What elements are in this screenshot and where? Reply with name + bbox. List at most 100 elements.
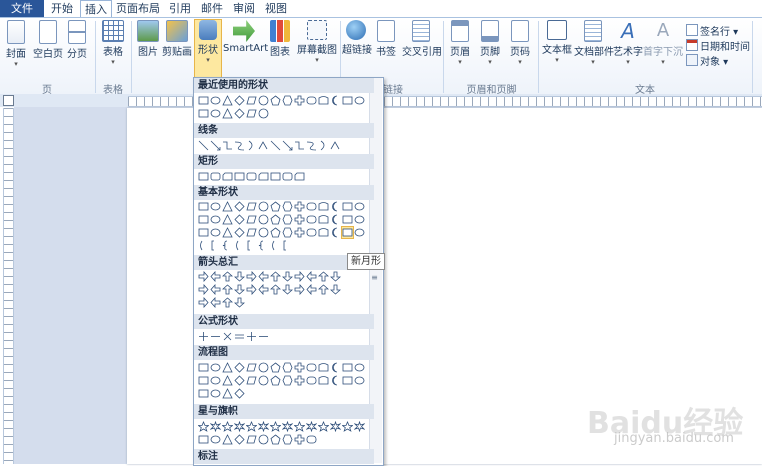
shape-thumbnail[interactable]	[342, 201, 353, 212]
shape-thumbnail[interactable]	[318, 284, 329, 295]
shape-thumbnail[interactable]	[222, 201, 233, 212]
tab-insert[interactable]: 插入	[80, 0, 112, 18]
shape-thumbnail[interactable]	[294, 362, 305, 373]
shape-thumbnail[interactable]	[330, 284, 341, 295]
shape-thumbnail[interactable]	[330, 362, 341, 373]
shape-thumbnail[interactable]	[246, 362, 257, 373]
shape-thumbnail[interactable]	[306, 362, 317, 373]
shape-thumbnail[interactable]	[246, 375, 257, 386]
shape-thumbnail[interactable]	[354, 375, 365, 386]
shape-thumbnail[interactable]	[258, 362, 269, 373]
shape-thumbnail[interactable]	[210, 171, 221, 182]
shape-thumbnail[interactable]	[222, 375, 233, 386]
shape-thumbnail[interactable]	[330, 271, 341, 282]
shape-thumbnail[interactable]	[342, 214, 353, 225]
tab-home[interactable]: 开始	[46, 0, 78, 17]
shape-thumbnail[interactable]	[234, 271, 245, 282]
shape-thumbnail[interactable]	[342, 375, 353, 386]
shape-thumbnail[interactable]	[258, 171, 269, 182]
shape-thumbnail[interactable]	[306, 201, 317, 212]
shape-thumbnail[interactable]	[234, 421, 245, 432]
shape-thumbnail[interactable]	[270, 284, 281, 295]
shape-thumbnail[interactable]	[234, 214, 245, 225]
shape-thumbnail[interactable]	[318, 362, 329, 373]
table-button[interactable]: 表格 ▾	[100, 20, 126, 66]
shape-thumbnail[interactable]	[330, 421, 341, 432]
shape-thumbnail[interactable]	[234, 375, 245, 386]
shape-thumbnail[interactable]	[198, 362, 209, 373]
shape-thumbnail[interactable]	[258, 227, 269, 238]
scroll-grip-icon[interactable]: ≡	[371, 273, 378, 289]
shape-thumbnail[interactable]	[330, 227, 341, 238]
shape-thumbnail[interactable]	[234, 227, 245, 238]
shape-thumbnail[interactable]	[270, 434, 281, 445]
shape-thumbnail[interactable]	[270, 240, 281, 251]
shape-thumbnail[interactable]	[294, 284, 305, 295]
shape-thumbnail[interactable]	[222, 171, 233, 182]
shape-thumbnail[interactable]	[258, 271, 269, 282]
shape-thumbnail[interactable]	[354, 201, 365, 212]
shape-thumbnail[interactable]	[246, 421, 257, 432]
shape-thumbnail[interactable]	[198, 201, 209, 212]
shape-thumbnail[interactable]	[330, 95, 341, 106]
screenshot-button[interactable]: 屏幕截图 ▾	[296, 20, 338, 64]
tab-page-layout[interactable]: 页面布局	[114, 0, 162, 17]
shape-thumbnail[interactable]	[354, 362, 365, 373]
shape-thumbnail[interactable]	[306, 271, 317, 282]
shape-thumbnail[interactable]	[282, 362, 293, 373]
shape-thumbnail[interactable]	[222, 388, 233, 399]
shape-thumbnail[interactable]	[306, 95, 317, 106]
shape-thumbnail[interactable]	[210, 108, 221, 119]
shape-thumbnail[interactable]	[294, 434, 305, 445]
shape-thumbnail[interactable]	[270, 95, 281, 106]
shape-thumbnail[interactable]	[342, 95, 353, 106]
shape-thumbnail[interactable]	[234, 331, 245, 342]
shape-thumbnail[interactable]	[330, 201, 341, 212]
shape-thumbnail[interactable]	[198, 95, 209, 106]
shape-thumbnail[interactable]	[210, 331, 221, 342]
shape-thumbnail[interactable]	[222, 331, 233, 342]
shape-thumbnail[interactable]	[294, 201, 305, 212]
shape-thumbnail[interactable]	[318, 95, 329, 106]
shape-thumbnail[interactable]	[234, 362, 245, 373]
shape-thumbnail[interactable]	[198, 331, 209, 342]
shape-thumbnail[interactable]	[246, 271, 257, 282]
shape-thumbnail[interactable]	[258, 201, 269, 212]
shape-thumbnail[interactable]	[282, 421, 293, 432]
tab-file[interactable]: 文件	[0, 0, 44, 17]
shape-thumbnail[interactable]	[246, 284, 257, 295]
shape-thumbnail[interactable]	[354, 227, 365, 238]
shape-thumbnail[interactable]	[246, 240, 257, 251]
cover-page-button[interactable]: 封面 ▾	[3, 20, 29, 68]
shape-thumbnail[interactable]	[198, 421, 209, 432]
shape-thumbnail[interactable]	[234, 201, 245, 212]
shape-thumbnail[interactable]	[234, 284, 245, 295]
shape-thumbnail[interactable]	[222, 434, 233, 445]
text-box-button[interactable]: 文本框 ▾	[541, 20, 573, 64]
shape-thumbnail[interactable]	[222, 421, 233, 432]
shape-thumbnail[interactable]	[354, 421, 365, 432]
shape-thumbnail[interactable]	[318, 201, 329, 212]
shape-thumbnail[interactable]	[222, 227, 233, 238]
shape-thumbnail[interactable]	[318, 140, 329, 151]
shape-thumbnail[interactable]	[270, 201, 281, 212]
shape-thumbnail[interactable]	[318, 375, 329, 386]
shape-thumbnail[interactable]	[198, 434, 209, 445]
blank-page-button[interactable]: 空白页	[33, 20, 63, 60]
shape-thumbnail[interactable]	[246, 171, 257, 182]
shape-thumbnail[interactable]	[270, 271, 281, 282]
shape-thumbnail[interactable]	[210, 434, 221, 445]
page-number-button[interactable]: 页码 ▾	[508, 20, 532, 66]
shape-thumbnail[interactable]	[198, 108, 209, 119]
shape-thumbnail[interactable]	[270, 421, 281, 432]
shape-thumbnail[interactable]	[270, 140, 281, 151]
shape-thumbnail[interactable]	[222, 284, 233, 295]
shape-thumbnail[interactable]	[270, 171, 281, 182]
shape-thumbnail[interactable]	[294, 171, 305, 182]
tab-stop-selector[interactable]	[3, 95, 14, 106]
shape-thumbnail[interactable]	[258, 214, 269, 225]
header-button[interactable]: 页眉 ▾	[448, 20, 472, 66]
shape-thumbnail[interactable]	[234, 108, 245, 119]
shape-thumbnail[interactable]	[282, 271, 293, 282]
shape-thumbnail[interactable]	[306, 375, 317, 386]
